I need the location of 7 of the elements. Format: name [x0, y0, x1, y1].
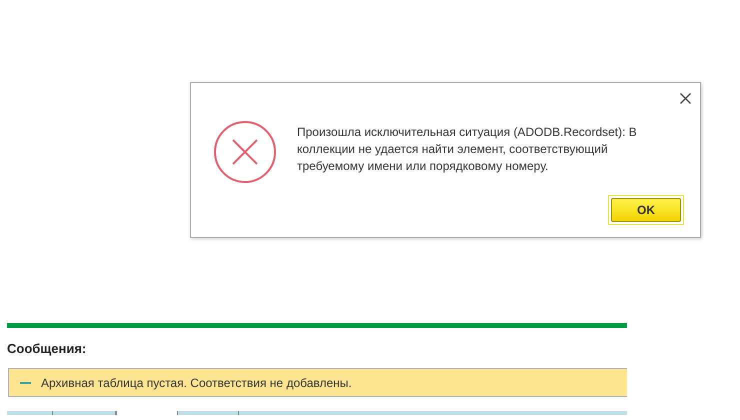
panel-title: Сообщения: [7, 341, 88, 358]
close-icon[interactable] [680, 93, 691, 104]
ok-button[interactable]: OK [611, 198, 681, 222]
message-text: Архивная таблица пустая. Соответствия не добавлены. [41, 376, 352, 390]
error-message: Произошла исключительная ситуация (ADODB.Recordset): В коллекции не удается найти элемент, соответствующий требуемому имени или порядковому номеру. [297, 124, 638, 175]
error-icon [213, 120, 277, 184]
dash-icon [20, 382, 31, 384]
